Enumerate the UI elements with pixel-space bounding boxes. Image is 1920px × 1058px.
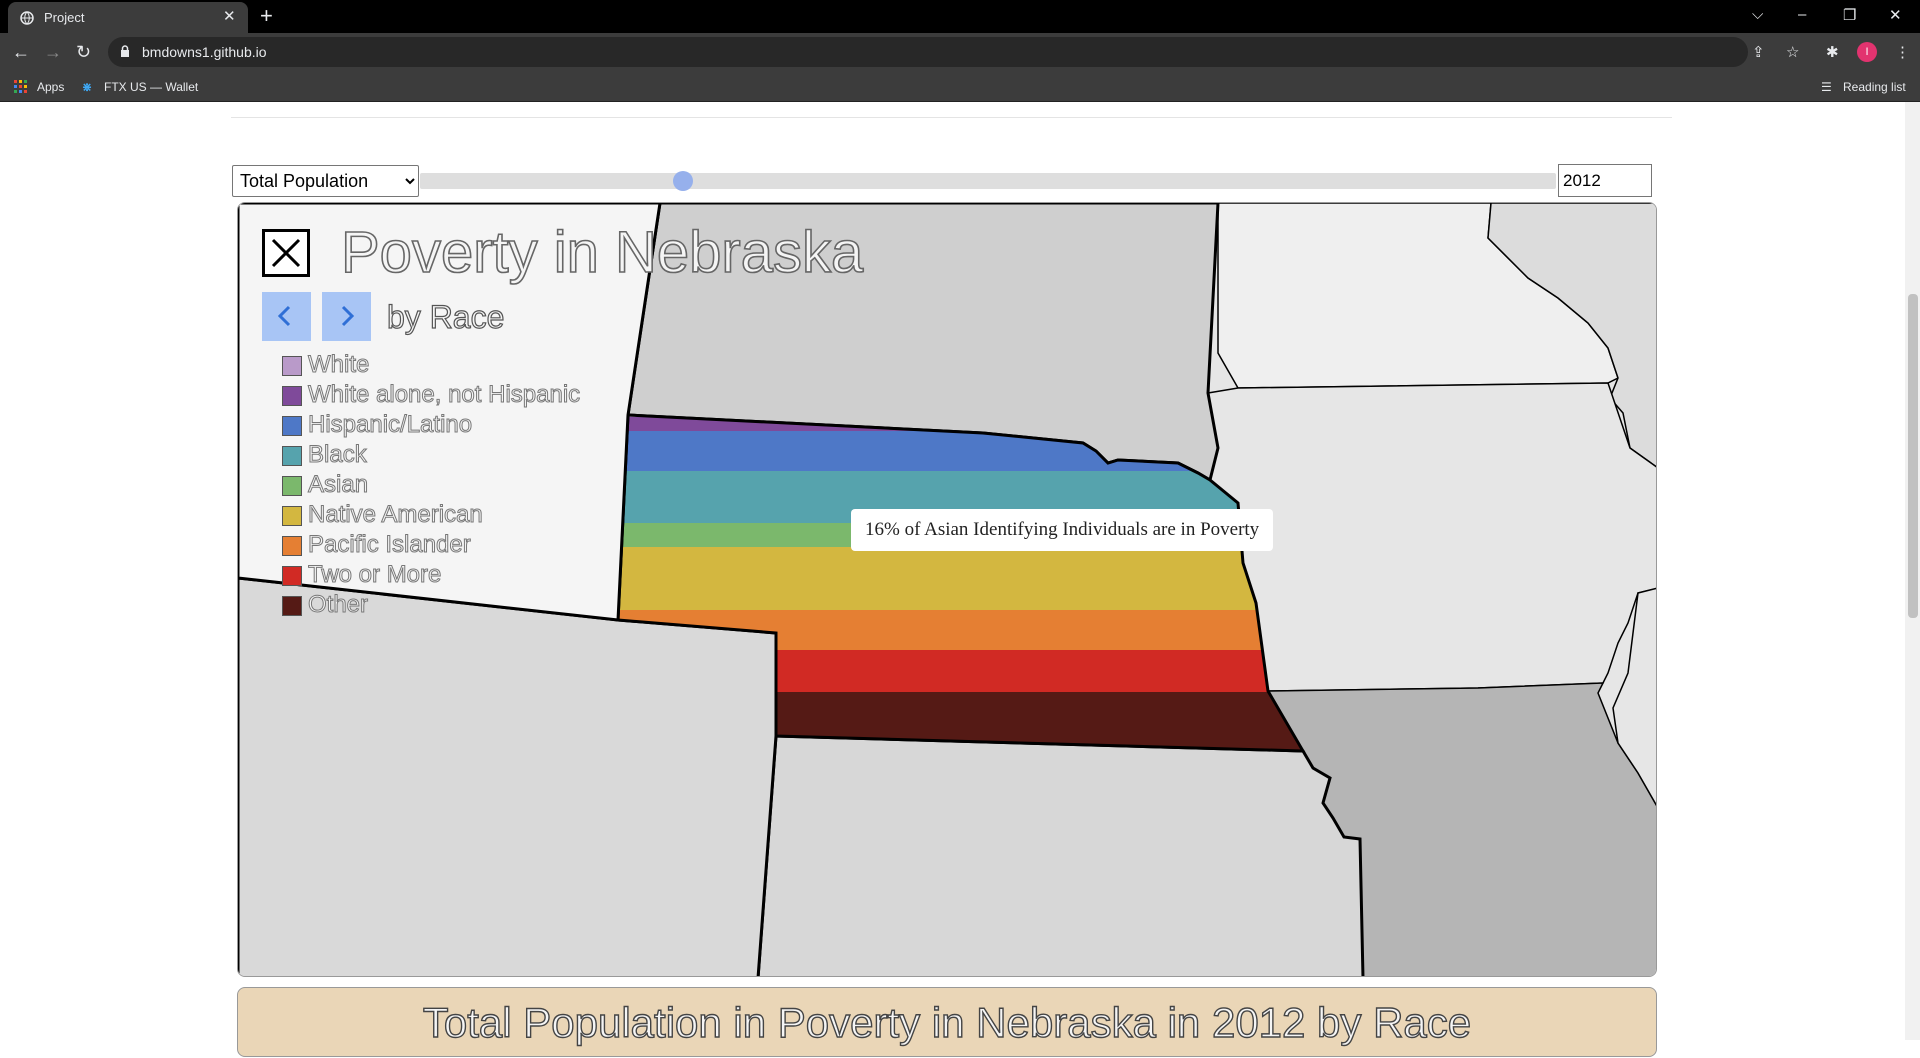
tab-close-icon[interactable]: ✕: [223, 7, 236, 25]
browser-toolbar: ← → ↻ bmdowns1.github.io ⇪ ☆ ✱ I ⋮: [0, 33, 1920, 72]
legend-label: Pacific Islander: [308, 531, 472, 559]
map-title: Poverty in Nebraska: [340, 219, 864, 286]
metric-select[interactable]: Total Population: [232, 165, 419, 197]
url-text: bmdowns1.github.io: [142, 44, 267, 60]
menu-kebab-icon[interactable]: ⋮: [1895, 43, 1910, 61]
address-bar[interactable]: bmdowns1.github.io: [108, 37, 1748, 67]
ftx-icon: ⋇: [82, 80, 93, 94]
legend-swatch: [282, 386, 302, 406]
legend-swatch: [282, 356, 302, 376]
close-button[interactable]: [262, 229, 310, 277]
legend-label: White: [307, 351, 370, 379]
legend-swatch: [282, 536, 302, 556]
legend-swatch: [282, 566, 302, 586]
extensions-icon[interactable]: ✱: [1826, 43, 1839, 61]
tooltip: 16% of Asian Identifying Individuals are…: [851, 509, 1274, 551]
divider: [231, 117, 1672, 118]
legend-label: White alone, not Hispanic: [307, 381, 581, 409]
bookmark-apps[interactable]: Apps: [37, 80, 64, 94]
bookmark-ftx-wallet[interactable]: FTX US — Wallet: [104, 80, 198, 94]
year-input[interactable]: [1558, 164, 1652, 197]
legend-swatch: [282, 416, 302, 436]
state-iowa-outline: [1207, 382, 1656, 692]
tab-strip: Project ✕ + ⌵ – ❐ ✕: [0, 0, 1920, 33]
lock-icon: [121, 45, 129, 57]
profile-avatar[interactable]: I: [1857, 42, 1877, 62]
new-tab-button[interactable]: +: [260, 4, 273, 28]
legend-label: Hispanic/Latino: [307, 411, 473, 439]
reading-list-button[interactable]: Reading list: [1843, 80, 1906, 94]
forward-icon[interactable]: →: [44, 42, 62, 62]
reload-icon[interactable]: ↻: [76, 42, 91, 62]
legend-label: Native American: [308, 501, 484, 529]
legend-label: Two or More: [307, 561, 442, 589]
window-close-button[interactable]: ✕: [1889, 6, 1902, 24]
chevron-right-icon: [341, 305, 355, 327]
legend-label: Asian: [307, 471, 369, 499]
legend-label: Black: [308, 441, 368, 469]
chart-title-banner: Total Population in Poverty in Nebraska …: [237, 987, 1657, 1057]
next-button[interactable]: [322, 292, 371, 341]
legend-swatch: [282, 506, 302, 526]
share-icon[interactable]: ⇪: [1752, 43, 1765, 61]
chevron-left-icon: [277, 305, 291, 327]
legend-swatch: [282, 446, 302, 466]
tab-search-icon[interactable]: ⌵: [1752, 6, 1763, 23]
legend-swatch: [282, 596, 302, 616]
tab-title: Project: [44, 10, 85, 25]
restore-button[interactable]: ❐: [1843, 6, 1856, 24]
globe-icon: [20, 11, 34, 25]
state-colorado: [238, 576, 778, 976]
bookmark-star-icon[interactable]: ☆: [1786, 43, 1799, 61]
back-icon[interactable]: ←: [12, 42, 30, 62]
state-kansas: [756, 734, 1365, 976]
scrollbar-thumb[interactable]: [1908, 294, 1918, 618]
year-slider-thumb[interactable]: [673, 171, 694, 191]
browser-tab[interactable]: Project ✕: [8, 2, 248, 33]
year-slider[interactable]: [420, 171, 1556, 191]
apps-grid-icon: [14, 80, 28, 97]
bookmarks-bar: Apps ⋇ FTX US — Wallet ☰ Reading list: [0, 72, 1920, 102]
legend-label: Other: [307, 591, 369, 619]
close-icon: [271, 238, 301, 268]
minimize-button[interactable]: –: [1798, 6, 1806, 23]
map-container: 16% of Asian Identifying Individuals are…: [237, 202, 1657, 977]
chart-title: Total Population in Poverty in Nebraska …: [422, 998, 1472, 1046]
map-subtitle: by Race: [386, 298, 505, 335]
previous-button[interactable]: [262, 292, 311, 341]
reading-list-icon: ☰: [1821, 80, 1832, 94]
legend-swatch: [282, 476, 302, 496]
